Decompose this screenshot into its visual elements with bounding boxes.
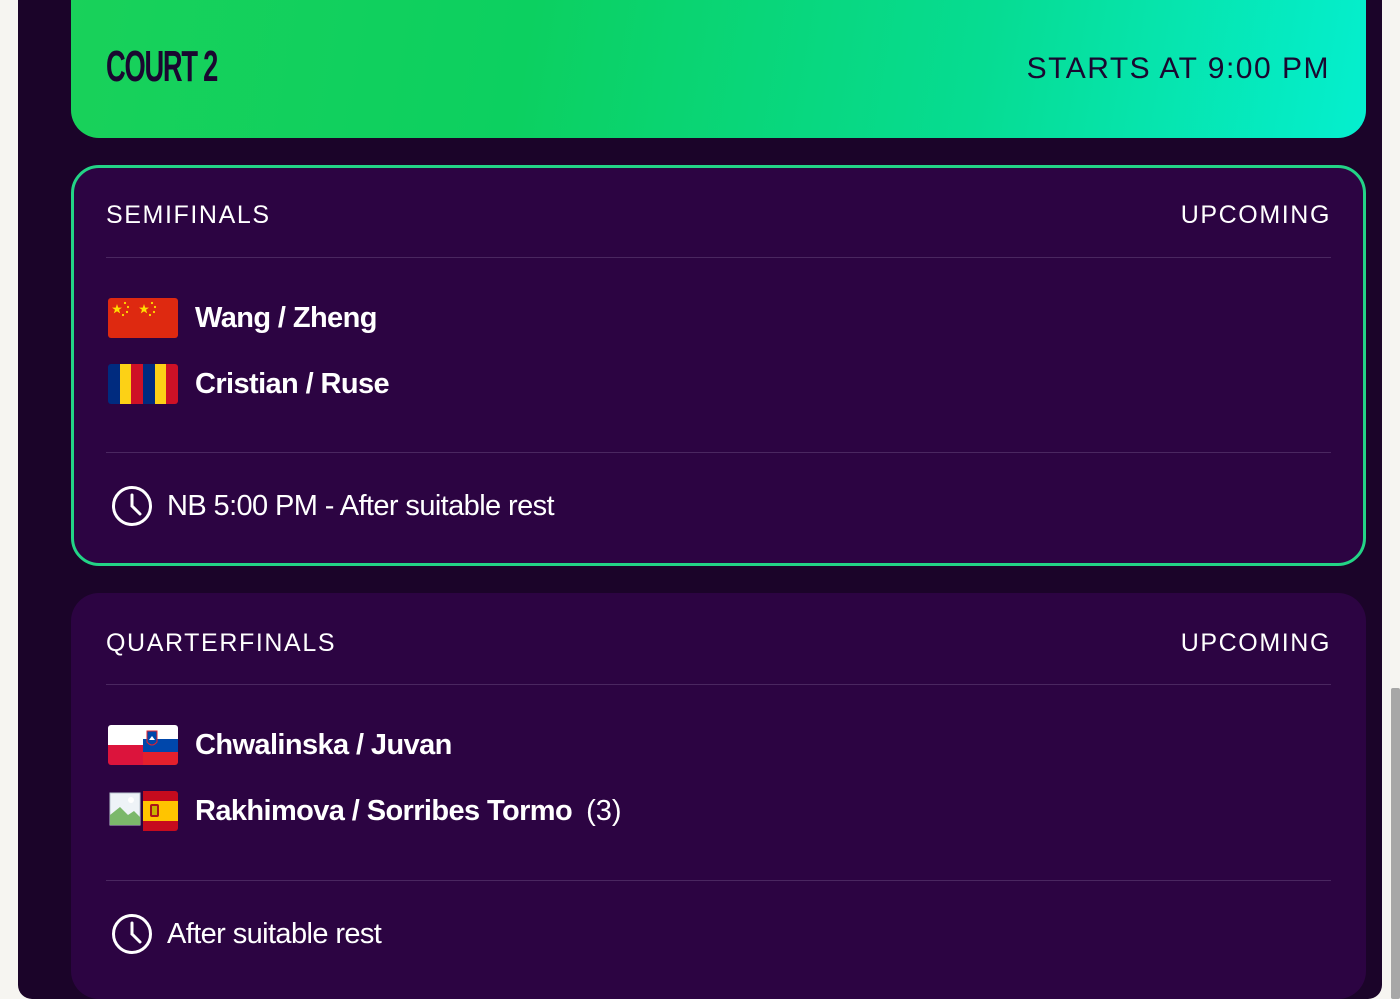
status-label: UPCOMING — [1180, 629, 1331, 657]
slovenia-flag-icon — [143, 725, 178, 765]
team-name[interactable]: Wang / Zheng — [195, 300, 377, 336]
team-flags — [108, 725, 178, 765]
team-row: Wang / Zheng — [108, 297, 377, 339]
team-row: Chwalinska / Juvan — [108, 724, 452, 766]
clock-icon — [112, 914, 152, 954]
time-text: After suitable rest — [167, 918, 382, 950]
match-time: After suitable rest — [111, 912, 382, 956]
match-time: NB 5:00 PM - After suitable rest — [111, 484, 555, 528]
divider — [106, 684, 1331, 685]
match-card-semifinals[interactable]: SEMIFINALS UPCOMING Wang / Zheng Cristia… — [71, 165, 1366, 566]
round-label: SEMIFINALS — [106, 201, 271, 229]
divider — [106, 257, 1331, 258]
china-flag-icon — [108, 298, 178, 338]
team-flags — [108, 364, 178, 404]
team-flags — [108, 298, 178, 338]
court-start-time: STARTS AT 9:00 PM — [1026, 52, 1330, 85]
court-title: COURT 2 — [106, 42, 218, 91]
team-seed: (3) — [586, 795, 622, 827]
time-text: NB 5:00 PM - After suitable rest — [167, 490, 555, 522]
schedule-panel: COURT 2 STARTS AT 9:00 PM SEMIFINALS UPC… — [18, 0, 1382, 999]
team-name[interactable]: Chwalinska / Juvan — [195, 727, 452, 763]
divider — [106, 880, 1331, 881]
broken-image-icon — [108, 791, 143, 831]
scrollbar-thumb[interactable] — [1391, 688, 1400, 999]
status-label: UPCOMING — [1180, 201, 1331, 229]
team-row: Cristian / Ruse — [108, 363, 390, 405]
divider — [106, 452, 1331, 453]
round-label: QUARTERFINALS — [106, 629, 337, 657]
team-row: Rakhimova / Sorribes Tormo (3) — [108, 790, 622, 832]
clock-icon — [112, 486, 152, 526]
team-name[interactable]: Rakhimova / Sorribes Tormo — [195, 793, 573, 829]
romania-flag-icon — [108, 364, 178, 404]
team-flags — [108, 791, 178, 831]
poland-flag-icon — [108, 725, 143, 765]
match-card-quarterfinals[interactable]: QUARTERFINALS UPCOMING Chwalinska / Juva… — [71, 593, 1366, 999]
spain-flag-icon — [143, 791, 178, 831]
team-name[interactable]: Cristian / Ruse — [195, 366, 390, 402]
scrollbar-track[interactable] — [1390, 0, 1400, 999]
court-header: COURT 2 STARTS AT 9:00 PM — [71, 0, 1366, 138]
